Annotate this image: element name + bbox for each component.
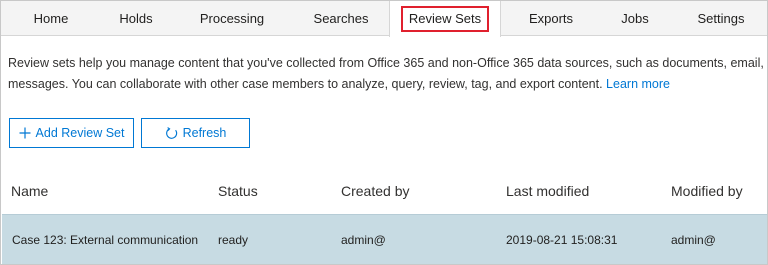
column-header-status[interactable]: Status: [218, 183, 258, 199]
cell-created-by: admin@: [341, 233, 386, 247]
column-header-created-by[interactable]: Created by: [341, 183, 409, 199]
tab-label: Processing: [199, 11, 265, 26]
description-line-2: messages. You can collaborate with other…: [8, 74, 767, 95]
tab-searches[interactable]: Searches: [293, 1, 389, 36]
cell-status: ready: [218, 233, 249, 247]
table-row[interactable]: Case 123: External communication ready a…: [2, 214, 767, 264]
refresh-label: Refresh: [182, 126, 227, 140]
column-header-modified-by[interactable]: Modified by: [671, 183, 743, 199]
cell-modified-by: admin@: [671, 233, 716, 247]
page-description: Review sets help you manage content that…: [8, 53, 767, 95]
tab-jobs[interactable]: Jobs: [601, 1, 669, 36]
tab-review-sets[interactable]: Review Sets: [389, 1, 501, 37]
tab-label: Home: [33, 11, 69, 26]
column-header-name[interactable]: Name: [11, 183, 48, 199]
tab-label: Holds: [119, 11, 153, 26]
plus-icon: [19, 127, 31, 139]
description-line: Review sets help you manage content that…: [8, 56, 764, 70]
review-sets-page: Home Holds Processing Searches Review Se…: [0, 0, 768, 265]
cell-last-modified: 2019-08-21 15:08:31: [506, 233, 618, 247]
tab-bar: Home Holds Processing Searches Review Se…: [1, 1, 767, 37]
learn-more-link[interactable]: Learn more: [606, 77, 670, 91]
tab-holds[interactable]: Holds: [101, 1, 171, 36]
description-text: messages. You can collaborate with other…: [8, 77, 603, 91]
tab-label: Searches: [313, 11, 369, 26]
refresh-button[interactable]: Refresh: [141, 118, 250, 148]
tab-label: Settings: [697, 11, 745, 26]
tab-label: Review Sets: [400, 6, 490, 32]
add-review-set-label: Add Review Set: [35, 126, 125, 140]
refresh-icon: [165, 126, 178, 140]
add-review-set-button[interactable]: Add Review Set: [9, 118, 134, 148]
tab-exports[interactable]: Exports: [501, 1, 601, 36]
tab-label: Exports: [528, 11, 574, 26]
column-header-last-modified[interactable]: Last modified: [506, 183, 589, 199]
tab-settings[interactable]: Settings: [669, 1, 767, 36]
cell-name: Case 123: External communication: [12, 233, 199, 247]
tab-home[interactable]: Home: [1, 1, 101, 36]
tab-label: Jobs: [621, 11, 649, 26]
tab-processing[interactable]: Processing: [171, 1, 293, 36]
